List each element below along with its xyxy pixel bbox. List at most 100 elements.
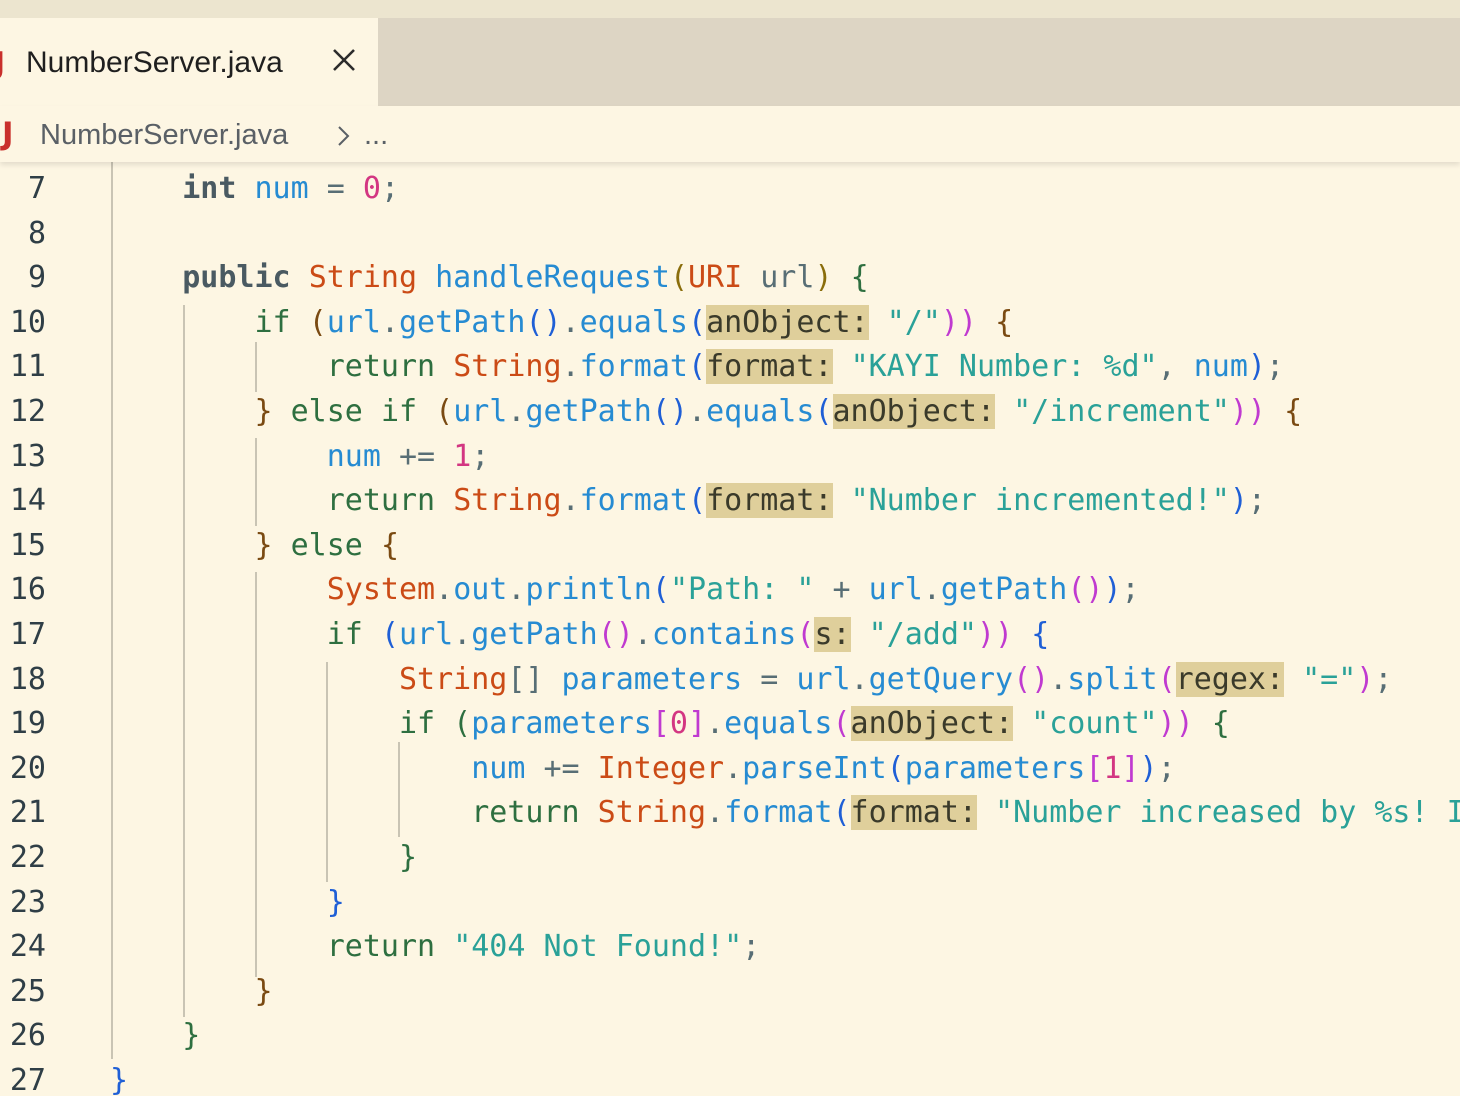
code-line[interactable]: 11 return String.format(format: "KAYI Nu… bbox=[0, 345, 1460, 390]
code-token: ; bbox=[1247, 483, 1266, 519]
code-token: parameters bbox=[561, 661, 743, 697]
code-line[interactable]: 20 num += Integer.parseInt(parameters[1]… bbox=[0, 747, 1460, 792]
code-text: } else { bbox=[110, 524, 400, 569]
code-line[interactable]: 14 return String.format(format: "Number … bbox=[0, 479, 1460, 524]
code-token: String bbox=[453, 349, 562, 385]
chevron-right-icon bbox=[336, 124, 352, 148]
code-line[interactable]: 13 num += 1; bbox=[0, 435, 1460, 480]
code-line[interactable]: 17 if (url.getPath().contains(s: "/add")… bbox=[0, 613, 1460, 658]
code-line[interactable]: 16 System.out.println("Path: " + url.get… bbox=[0, 568, 1460, 613]
code-line[interactable]: 7 int num = 0; bbox=[0, 167, 1460, 212]
code-token: return bbox=[471, 795, 580, 831]
code-line[interactable]: 15 } else { bbox=[0, 524, 1460, 569]
code-line[interactable]: 24 return "404 Not Found!"; bbox=[0, 925, 1460, 970]
java-file-icon: J bbox=[0, 46, 5, 81]
code-token: format bbox=[724, 795, 833, 831]
inlay-hint: regex: bbox=[1175, 661, 1285, 697]
code-token: } bbox=[326, 884, 345, 920]
code-line[interactable]: 22 } bbox=[0, 836, 1460, 881]
code-token: ) bbox=[814, 260, 833, 296]
code-token: ] bbox=[687, 706, 707, 742]
code-line[interactable]: 26 } bbox=[0, 1014, 1460, 1059]
code-line[interactable]: 10 if (url.getPath().equals(anObject: "/… bbox=[0, 301, 1460, 346]
line-number: 22 bbox=[9, 840, 46, 875]
code-token: ) bbox=[1229, 483, 1248, 519]
java-file-icon: J bbox=[2, 116, 14, 152]
code-token: url bbox=[399, 617, 454, 652]
code-token: ( bbox=[796, 617, 815, 652]
code-text: } bbox=[110, 1059, 128, 1096]
code-token: getQuery bbox=[868, 661, 1014, 697]
code-token: else bbox=[290, 527, 363, 563]
tab-numberserver-java[interactable]: J NumberServer.java bbox=[0, 18, 378, 106]
code-token: url bbox=[453, 394, 508, 429]
code-line[interactable]: 19 if (parameters[0].equals(anObject: "c… bbox=[0, 702, 1460, 747]
code-token: )) bbox=[1229, 394, 1266, 429]
code-token: url bbox=[326, 304, 381, 340]
code-line[interactable]: 8 bbox=[0, 212, 1460, 257]
code-line[interactable]: 18 String[] parameters = url.getQuery().… bbox=[0, 658, 1460, 703]
breadcrumb-symbols[interactable]: ... bbox=[364, 119, 388, 152]
code-token: if bbox=[380, 394, 418, 429]
code-token: getPath bbox=[471, 617, 598, 652]
breadcrumb-file[interactable]: NumberServer.java bbox=[40, 119, 288, 152]
code-token: . bbox=[435, 572, 454, 608]
line-number: 12 bbox=[9, 394, 46, 429]
code-token: int bbox=[182, 171, 237, 206]
code-token: ( bbox=[814, 394, 833, 429]
indent-guide bbox=[111, 162, 113, 1059]
code-token: . bbox=[850, 661, 869, 697]
code-line[interactable]: 12 } else if (url.getPath().equals(anObj… bbox=[0, 390, 1460, 435]
code-token: } bbox=[254, 394, 273, 429]
code-token: () bbox=[651, 394, 688, 429]
code-token: 1 bbox=[1103, 750, 1122, 786]
code-token: = bbox=[742, 661, 797, 697]
close-icon[interactable] bbox=[328, 44, 360, 76]
code-line[interactable]: 23 } bbox=[0, 881, 1460, 926]
indent-guide bbox=[255, 342, 257, 392]
code-token: 0 bbox=[362, 171, 381, 206]
code-line[interactable]: 9 public String handleRequest(URI url) { bbox=[0, 256, 1460, 301]
code-text: return String.format(format: "KAYI Numbe… bbox=[110, 345, 1284, 390]
code-text: int num = 0; bbox=[110, 167, 399, 212]
code-token: . bbox=[380, 304, 399, 340]
code-token: return bbox=[326, 349, 436, 385]
code-token: if bbox=[326, 617, 363, 652]
code-editor[interactable]: 7 int num = 0; 8 9 public String handleReq… bbox=[0, 162, 1460, 1096]
code-token: ( bbox=[688, 483, 707, 519]
code-text: public String handleRequest(URI url) { bbox=[110, 256, 868, 301]
code-token: )) bbox=[1157, 706, 1194, 742]
code-token: . bbox=[507, 394, 526, 429]
code-text: } bbox=[110, 881, 345, 926]
code-token: ( bbox=[688, 304, 707, 340]
code-token: if bbox=[398, 706, 436, 742]
code-token: ( bbox=[1157, 661, 1176, 697]
code-line[interactable]: 27} bbox=[0, 1059, 1460, 1096]
code-token: getPath bbox=[940, 572, 1068, 608]
code-token: handleRequest bbox=[435, 260, 670, 296]
inlay-hint: format: bbox=[850, 795, 977, 831]
code-token: "/" bbox=[886, 304, 941, 340]
code-text: return String.format(format: "Number inc… bbox=[110, 791, 1460, 836]
code-token: ( bbox=[651, 572, 670, 608]
line-number: 9 bbox=[27, 260, 46, 296]
code-token: contains bbox=[651, 617, 797, 652]
code-token: } bbox=[254, 527, 273, 563]
code-line[interactable]: 21 return String.format(format: "Number … bbox=[0, 791, 1460, 836]
code-line[interactable]: 25 } bbox=[0, 970, 1460, 1015]
code-token: public bbox=[182, 260, 291, 296]
code-text: if (url.getPath().contains(s: "/add")) { bbox=[110, 613, 1049, 658]
line-number: 19 bbox=[9, 706, 46, 742]
